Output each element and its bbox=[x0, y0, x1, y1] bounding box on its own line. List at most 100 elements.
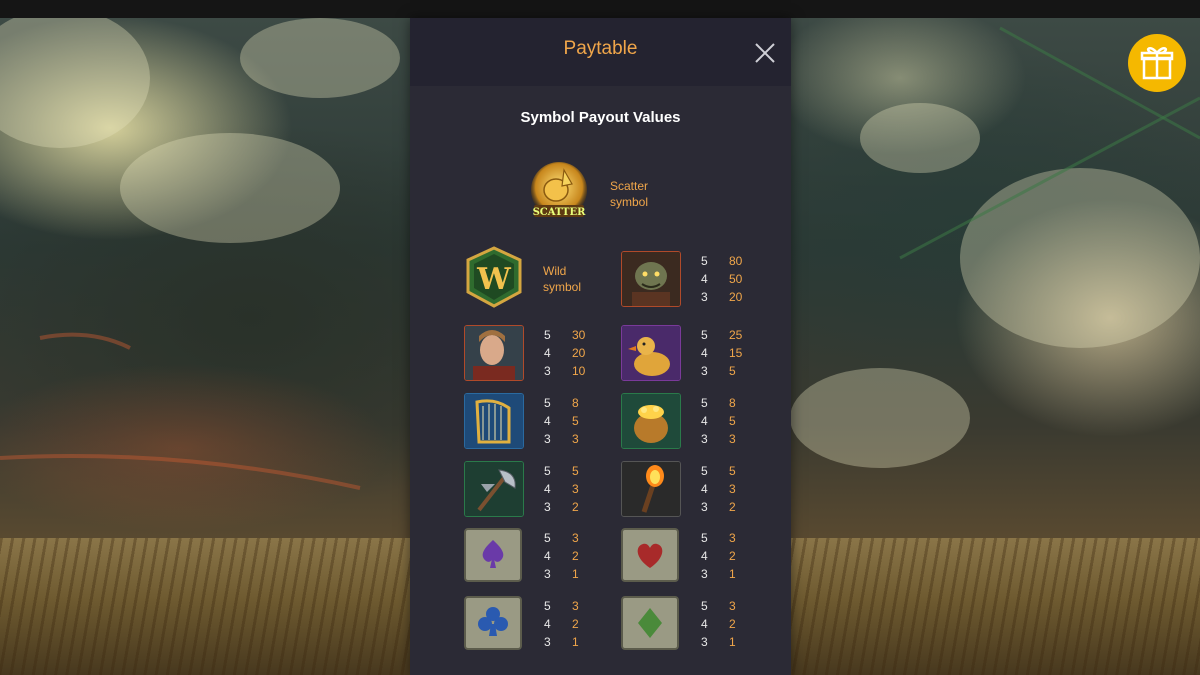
pay-count: 4 bbox=[701, 414, 708, 428]
wild-label-line1: Wild bbox=[543, 264, 567, 278]
pay-amount: 50 bbox=[729, 272, 743, 286]
scatter-label-line2: symbol bbox=[610, 195, 649, 209]
wild-icon-text: W bbox=[476, 262, 512, 297]
pay-amount: 3 bbox=[572, 599, 579, 613]
troll-symbol-icon bbox=[621, 251, 681, 307]
pay-count: 3 bbox=[544, 567, 551, 581]
club-symbol-icon bbox=[464, 596, 522, 650]
pay-amount: 8 bbox=[729, 396, 736, 410]
pay-row: 32 bbox=[701, 498, 736, 516]
axe-symbol-icon bbox=[464, 461, 524, 517]
torch-payouts: 55 43 32 bbox=[701, 462, 736, 516]
pay-amount: 25 bbox=[729, 328, 743, 342]
pay-count: 5 bbox=[544, 396, 551, 410]
pay-amount: 15 bbox=[729, 346, 743, 360]
pay-amount: 5 bbox=[572, 414, 579, 428]
pay-row: 58 bbox=[544, 394, 579, 412]
pay-row: 53 bbox=[544, 529, 579, 547]
pay-count: 4 bbox=[544, 346, 551, 360]
pay-amount: 2 bbox=[572, 500, 579, 514]
pay-count: 3 bbox=[701, 432, 708, 446]
pay-row: 32 bbox=[544, 498, 579, 516]
pay-row: 31 bbox=[701, 565, 736, 583]
pay-amount: 10 bbox=[572, 364, 586, 378]
close-button[interactable] bbox=[750, 38, 780, 68]
pay-amount: 20 bbox=[572, 346, 586, 360]
gift-button[interactable] bbox=[1128, 34, 1186, 92]
pay-amount: 3 bbox=[729, 482, 736, 496]
pay-row: 33 bbox=[701, 430, 736, 448]
axe-payouts: 55 43 32 bbox=[544, 462, 579, 516]
pay-row: 53 bbox=[701, 597, 736, 615]
pay-amount: 1 bbox=[729, 567, 736, 581]
pay-amount: 2 bbox=[729, 617, 736, 631]
pay-row: 43 bbox=[544, 480, 579, 498]
torch-symbol-icon bbox=[621, 461, 681, 517]
pay-row: 31 bbox=[544, 565, 579, 583]
pay-count: 4 bbox=[701, 549, 708, 563]
pay-count: 3 bbox=[701, 567, 708, 581]
pay-row: 31 bbox=[544, 633, 579, 651]
wild-symbol-icon: W bbox=[464, 246, 524, 308]
scatter-label: Scatter symbol bbox=[610, 178, 648, 210]
club-payouts: 53 42 31 bbox=[544, 597, 579, 651]
pay-amount: 20 bbox=[729, 290, 743, 304]
pay-count: 3 bbox=[544, 364, 551, 378]
pay-count: 4 bbox=[701, 617, 708, 631]
pay-row: 3 20 bbox=[701, 288, 742, 306]
pay-row: 55 bbox=[544, 462, 579, 480]
harp-payouts: 58 45 33 bbox=[544, 394, 579, 448]
wild-label: Wild symbol bbox=[543, 263, 581, 295]
wild-label-line2: symbol bbox=[543, 280, 582, 294]
paytable-title: Paytable bbox=[563, 38, 638, 59]
pay-count: 3 bbox=[701, 635, 708, 649]
pay-count: 5 bbox=[701, 464, 708, 478]
pay-row: 42 bbox=[544, 547, 579, 565]
pay-row: 31 bbox=[701, 633, 736, 651]
heart-symbol-icon bbox=[621, 528, 679, 582]
pay-amount: 3 bbox=[572, 531, 579, 545]
pay-row: 3 10 bbox=[544, 362, 585, 380]
pay-row: 53 bbox=[544, 597, 579, 615]
hero-symbol-icon bbox=[464, 325, 524, 381]
close-icon bbox=[755, 43, 775, 63]
pay-row: 4 15 bbox=[701, 344, 742, 362]
pay-count: 4 bbox=[701, 346, 708, 360]
pay-row: 35 bbox=[701, 362, 742, 380]
pay-row: 58 bbox=[701, 394, 736, 412]
goose-symbol-icon bbox=[621, 325, 681, 381]
pay-row: 45 bbox=[701, 412, 736, 430]
diamond-payouts: 53 42 31 bbox=[701, 597, 736, 651]
pay-row: 5 25 bbox=[701, 326, 742, 344]
pay-amount: 5 bbox=[729, 414, 736, 428]
pay-amount: 1 bbox=[729, 635, 736, 649]
pay-count: 5 bbox=[701, 396, 708, 410]
pay-row: 55 bbox=[701, 462, 736, 480]
heart-payouts: 53 42 31 bbox=[701, 529, 736, 583]
pay-count: 5 bbox=[701, 531, 708, 545]
pay-amount: 80 bbox=[729, 254, 743, 268]
spade-payouts: 53 42 31 bbox=[544, 529, 579, 583]
scatter-icon-text: SCATTER bbox=[533, 207, 587, 218]
pay-count: 4 bbox=[544, 617, 551, 631]
pay-count: 4 bbox=[701, 272, 708, 286]
pay-amount: 2 bbox=[572, 617, 579, 631]
pay-amount: 5 bbox=[729, 364, 736, 378]
scatter-label-line1: Scatter bbox=[610, 179, 649, 193]
pay-amount: 1 bbox=[572, 635, 579, 649]
pay-row: 5 30 bbox=[544, 326, 585, 344]
pay-count: 5 bbox=[544, 599, 551, 613]
harp-symbol-icon bbox=[464, 393, 524, 449]
scatter-symbol-icon: SCATTER bbox=[528, 160, 590, 226]
pay-count: 5 bbox=[544, 464, 551, 478]
pay-amount: 1 bbox=[572, 567, 579, 581]
gift-icon bbox=[1128, 34, 1186, 92]
spade-symbol-icon bbox=[464, 528, 522, 582]
pay-row: 5 80 bbox=[701, 252, 742, 270]
pay-count: 5 bbox=[701, 328, 708, 342]
paytable-panel: Paytable Symbol Payout Values SCATTER Sc… bbox=[410, 18, 791, 675]
pay-count: 3 bbox=[544, 432, 551, 446]
pay-count: 3 bbox=[544, 635, 551, 649]
pay-count: 5 bbox=[544, 328, 551, 342]
pay-count: 4 bbox=[544, 482, 551, 496]
